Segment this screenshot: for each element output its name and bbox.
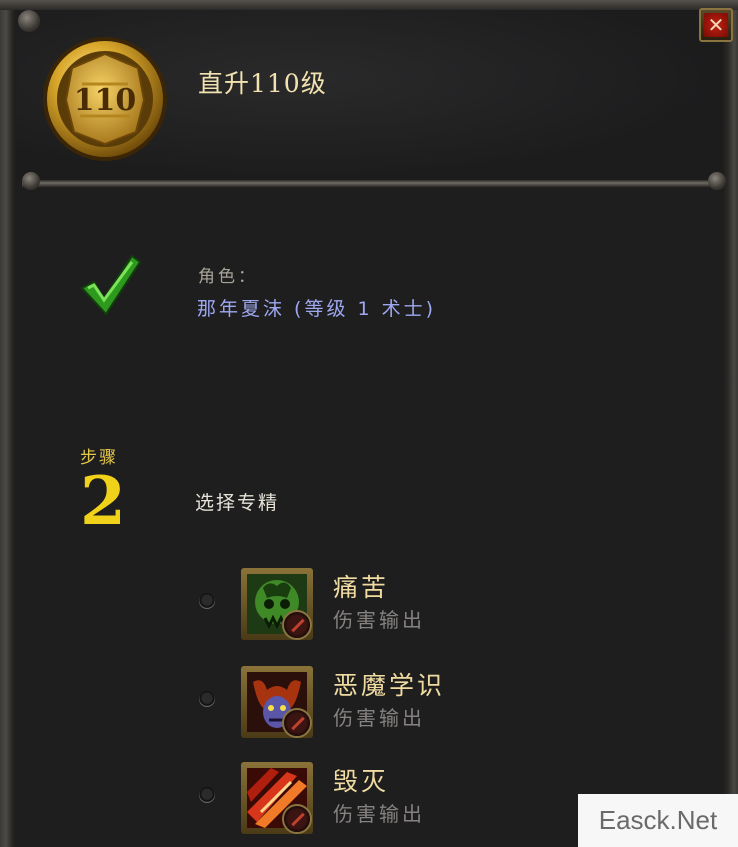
spec-name: 恶魔学识 [333, 671, 446, 700]
damage-role-icon [282, 610, 312, 640]
damage-role-icon [282, 708, 312, 738]
spec-radio[interactable] [199, 787, 215, 803]
level-boost-medal-icon: 110 [43, 37, 167, 161]
spec-option-destruction[interactable]: 毁灭 伤害输出 [196, 762, 496, 838]
spec-option-affliction[interactable]: 痛苦 伤害输出 [196, 568, 496, 644]
spec-radio[interactable] [199, 593, 215, 609]
spec-option-demonology[interactable]: 恶魔学识 伤害输出 [196, 666, 496, 742]
spec-role: 伤害输出 [333, 608, 425, 632]
close-button[interactable]: ✕ [699, 8, 733, 42]
spec-role: 伤害输出 [333, 706, 425, 730]
step-number: 2 [80, 462, 126, 540]
medal-level-text: 110 [74, 83, 137, 118]
frame-top-border [0, 0, 738, 10]
divider-rivet-left [22, 172, 40, 190]
dialog-title: 直升110级 [198, 69, 327, 98]
frame-rivet [18, 10, 40, 32]
damage-role-icon [282, 804, 312, 834]
site-watermark: Easck.Net [578, 794, 738, 847]
header-divider [22, 180, 722, 188]
divider-rivet-right [708, 172, 726, 190]
spec-role: 伤害输出 [333, 802, 425, 826]
close-icon: ✕ [704, 13, 728, 37]
spec-radio[interactable] [199, 691, 215, 707]
spec-name: 毁灭 [333, 767, 390, 796]
character-label: 角色： [198, 267, 258, 287]
checkmark-icon [80, 254, 142, 316]
step-title: 选择专精 [195, 492, 280, 514]
spec-name: 痛苦 [333, 573, 390, 602]
character-value: 那年夏沫 (等级 1 术士) [197, 298, 437, 320]
